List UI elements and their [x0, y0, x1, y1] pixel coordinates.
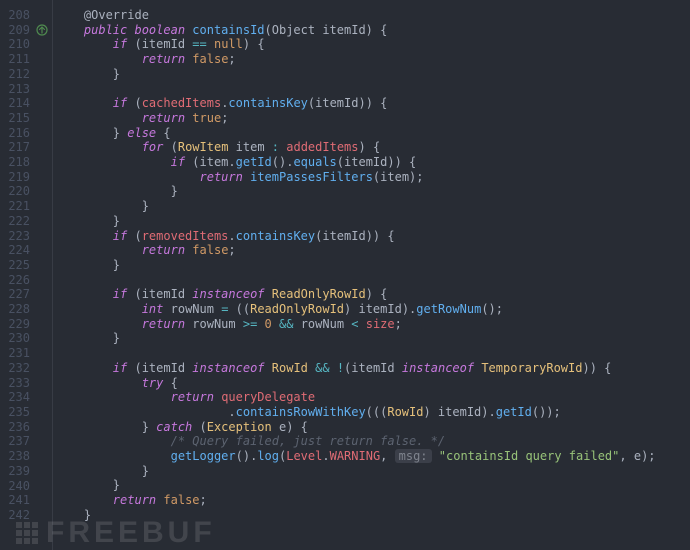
line-number: 211 [0, 52, 34, 67]
line-number: 209 [0, 23, 34, 38]
line-number: 217 [0, 140, 34, 155]
line-number-gutter: 2082092102112122132142152162172182192202… [0, 0, 34, 550]
line-number: 228 [0, 302, 34, 317]
line-number: 223 [0, 229, 34, 244]
line-number: 233 [0, 376, 34, 391]
code-line[interactable]: public boolean containsId(Object itemId)… [55, 23, 690, 38]
code-line[interactable]: } else { [55, 126, 690, 141]
line-number: 214 [0, 96, 34, 111]
code-line[interactable]: } [55, 331, 690, 346]
code-line[interactable]: return false; [55, 493, 690, 508]
line-number: 239 [0, 464, 34, 479]
code-line[interactable]: if (removedItems.containsKey(itemId)) { [55, 229, 690, 244]
line-number: 224 [0, 243, 34, 258]
line-number: 236 [0, 420, 34, 435]
line-number: 215 [0, 111, 34, 126]
code-line[interactable]: return true; [55, 111, 690, 126]
code-editor[interactable]: 2082092102112122132142152162172182192202… [0, 0, 690, 550]
line-number: 232 [0, 361, 34, 376]
line-number: 226 [0, 273, 34, 288]
code-line[interactable]: } [55, 464, 690, 479]
override-marker-icon [34, 24, 52, 39]
line-number: 238 [0, 449, 34, 464]
line-number: 242 [0, 508, 34, 523]
marker-gutter [34, 0, 52, 550]
code-line[interactable]: if (cachedItems.containsKey(itemId)) { [55, 96, 690, 111]
line-number: 235 [0, 405, 34, 420]
line-number: 237 [0, 434, 34, 449]
line-number: 227 [0, 287, 34, 302]
line-number: 216 [0, 126, 34, 141]
line-number: 222 [0, 214, 34, 229]
line-number: 213 [0, 82, 34, 97]
code-line[interactable]: if (itemId instanceof ReadOnlyRowId) { [55, 287, 690, 302]
code-line[interactable]: } catch (Exception e) { [55, 420, 690, 435]
line-number: 212 [0, 67, 34, 82]
code-line[interactable]: @Override [55, 8, 690, 23]
line-number: 230 [0, 331, 34, 346]
code-line[interactable]: } [55, 67, 690, 82]
code-line[interactable]: if (itemId == null) { [55, 37, 690, 52]
code-line[interactable]: int rowNum = ((ReadOnlyRowId) itemId).ge… [55, 302, 690, 317]
line-number: 220 [0, 184, 34, 199]
code-line[interactable]: getLogger().log(Level.WARNING, msg: "con… [55, 449, 690, 464]
line-number: 234 [0, 390, 34, 405]
line-number: 229 [0, 317, 34, 332]
code-line[interactable]: try { [55, 376, 690, 391]
code-line[interactable] [55, 82, 690, 97]
line-number: 208 [0, 8, 34, 23]
code-line[interactable]: } [55, 478, 690, 493]
code-line[interactable] [55, 346, 690, 361]
code-line[interactable]: } [55, 508, 690, 523]
code-line[interactable]: } [55, 258, 690, 273]
code-line[interactable]: } [55, 184, 690, 199]
code-line[interactable]: } [55, 214, 690, 229]
code-area[interactable]: @Override public boolean containsId(Obje… [52, 0, 690, 550]
line-number: 240 [0, 479, 34, 494]
code-line[interactable]: if (item.getId().equals(itemId)) { [55, 155, 690, 170]
code-line[interactable] [55, 273, 690, 288]
code-line[interactable]: .containsRowWithKey(((RowId) itemId).get… [55, 405, 690, 420]
code-line[interactable]: } [55, 199, 690, 214]
code-line[interactable]: if (itemId instanceof RowId && !(itemId … [55, 361, 690, 376]
code-line[interactable]: return false; [55, 52, 690, 67]
code-line[interactable]: return rowNum >= 0 && rowNum < size; [55, 317, 690, 332]
line-number: 210 [0, 37, 34, 52]
code-line[interactable]: return queryDelegate [55, 390, 690, 405]
line-number: 219 [0, 170, 34, 185]
code-line[interactable]: /* Query failed, just return false. */ [55, 434, 690, 449]
line-number: 225 [0, 258, 34, 273]
code-line[interactable]: for (RowItem item : addedItems) { [55, 140, 690, 155]
code-line[interactable]: return false; [55, 243, 690, 258]
code-line[interactable]: return itemPassesFilters(item); [55, 170, 690, 185]
line-number: 231 [0, 346, 34, 361]
line-number: 218 [0, 155, 34, 170]
line-number: 241 [0, 493, 34, 508]
line-number: 221 [0, 199, 34, 214]
